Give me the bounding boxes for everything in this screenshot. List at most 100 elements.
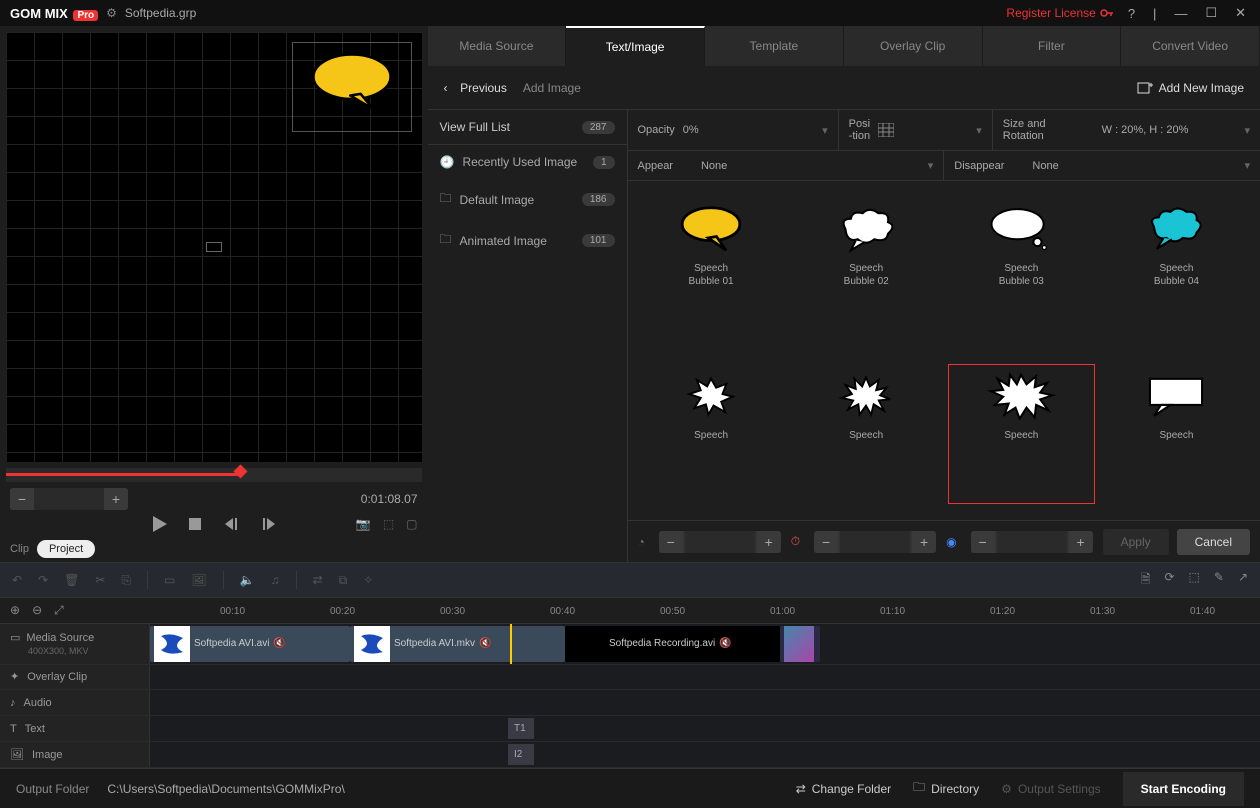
start-time-icon: ◔ bbox=[638, 535, 645, 549]
end-time-stepper[interactable]: −+ bbox=[971, 531, 1093, 553]
tab-text-image[interactable]: Text/Image bbox=[566, 26, 705, 66]
fit-icon[interactable]: ⬚ bbox=[1189, 570, 1200, 591]
track-overlay[interactable]: ✦ Overlay Clip bbox=[0, 665, 150, 690]
key-icon bbox=[1100, 8, 1114, 18]
add-image-icon bbox=[1137, 81, 1153, 95]
chevron-down-icon: ▾ bbox=[976, 124, 982, 137]
stop-button[interactable] bbox=[187, 516, 203, 532]
category-recent[interactable]: 🕘 Recently Used Image 1 bbox=[428, 145, 627, 179]
apply-button[interactable]: Apply bbox=[1103, 529, 1169, 555]
chevron-down-icon: ▾ bbox=[928, 159, 934, 172]
thumb-speech-01[interactable]: Speech Bubble 01 bbox=[638, 197, 785, 350]
thumb-speech-05[interactable]: Speech bbox=[638, 364, 785, 504]
text-clip[interactable]: T1 bbox=[508, 718, 534, 739]
close-button[interactable]: ✕ bbox=[1231, 5, 1250, 21]
category-default[interactable]: 🗀 Default Image 186 bbox=[428, 179, 627, 220]
duration-icon: ⏱ bbox=[791, 534, 800, 549]
video-icon[interactable]: ▭ bbox=[164, 573, 175, 587]
video-preview[interactable] bbox=[6, 32, 422, 462]
disappear-control[interactable]: DisappearNone▾ bbox=[944, 151, 1260, 180]
frame-back-button[interactable] bbox=[221, 516, 241, 532]
output-folder-label: Output Folder bbox=[16, 782, 89, 796]
settings-gear-icon[interactable]: ⚙ bbox=[106, 6, 117, 20]
crop-icon[interactable]: ⬚ bbox=[383, 517, 394, 531]
zoom-out-button[interactable]: − bbox=[10, 488, 34, 510]
frame-forward-button[interactable] bbox=[259, 516, 279, 532]
tab-media-source[interactable]: Media Source bbox=[428, 26, 567, 66]
redo-icon[interactable]: ↷ bbox=[38, 573, 48, 587]
project-toggle[interactable]: Project bbox=[37, 540, 95, 558]
tab-convert-video[interactable]: Convert Video bbox=[1121, 26, 1260, 66]
add-image-link[interactable]: Add Image bbox=[523, 81, 581, 95]
register-license-link[interactable]: Register License bbox=[1006, 6, 1113, 20]
audio-edit-icon[interactable]: ♫ bbox=[271, 573, 280, 587]
track-text[interactable]: T Text bbox=[0, 716, 150, 741]
track-media-source[interactable]: ▭ Media Source 400X300, MKV bbox=[0, 624, 150, 664]
thumb-speech-03[interactable]: Speech Bubble 03 bbox=[948, 197, 1095, 350]
snapshot-icon[interactable]: 📷 bbox=[356, 517, 371, 531]
end-time-icon: ◉ bbox=[946, 535, 956, 549]
appear-control[interactable]: AppearNone▾ bbox=[628, 151, 945, 180]
mute-icon: 🔇 bbox=[273, 638, 285, 649]
edit-icon[interactable]: ✎ bbox=[1214, 570, 1224, 591]
playhead[interactable] bbox=[510, 624, 512, 664]
minimize-button[interactable]: — bbox=[1170, 6, 1191, 21]
zoom-out-icon[interactable]: ⊖ bbox=[32, 603, 42, 617]
thumb-speech-02[interactable]: Speech Bubble 02 bbox=[793, 197, 940, 350]
titlebar: GOM MIX Pro ⚙ Softpedia.grp Register Lic… bbox=[0, 0, 1260, 26]
play-button[interactable] bbox=[149, 514, 169, 534]
export-icon[interactable]: 🗎 bbox=[1141, 570, 1151, 591]
clip-3[interactable]: Softpedia Recording.avi🔇 bbox=[565, 626, 780, 662]
track-image[interactable]: 🖼 Image bbox=[0, 742, 150, 767]
thumb-speech-07[interactable]: Speech bbox=[948, 364, 1095, 504]
cancel-button[interactable]: Cancel bbox=[1177, 529, 1250, 555]
thumb-speech-08[interactable]: Speech bbox=[1103, 364, 1250, 504]
preview-bubble-bounds[interactable] bbox=[292, 42, 412, 132]
split-icon[interactable]: ⎘ bbox=[121, 573, 131, 588]
time-ruler[interactable]: 00:10 00:20 00:30 00:40 00:50 01:00 01:1… bbox=[150, 598, 1260, 623]
image-icon[interactable]: 🖼 bbox=[191, 573, 206, 587]
folder-icon: 🗀 bbox=[440, 189, 452, 210]
start-encoding-button[interactable]: Start Encoding bbox=[1123, 772, 1244, 806]
delete-icon[interactable]: 🗑 bbox=[64, 573, 79, 587]
clip-4[interactable] bbox=[780, 626, 820, 662]
zoom-in-icon[interactable]: ⊕ bbox=[10, 603, 20, 617]
image-clip[interactable]: I2 bbox=[508, 744, 534, 765]
previous-button[interactable]: ‹ Previous bbox=[444, 81, 507, 95]
tab-filter[interactable]: Filter bbox=[983, 26, 1122, 66]
share-icon[interactable]: ↗ bbox=[1238, 570, 1248, 591]
output-settings-button[interactable]: ⚙ Output Settings bbox=[1001, 782, 1100, 796]
volume-icon[interactable]: 🔈 bbox=[240, 573, 255, 587]
cut-icon[interactable]: ✂ bbox=[95, 573, 105, 587]
track-audio[interactable]: ♪ Audio bbox=[0, 690, 150, 715]
fit-timeline-icon[interactable]: ⤢ bbox=[54, 603, 64, 618]
transition-icon[interactable]: ⇄ bbox=[313, 573, 323, 587]
size-rotation-control[interactable]: Size and Rotation W : 20%, H : 20%▾ bbox=[993, 110, 1260, 150]
position-control[interactable]: Posi -tion ▾ bbox=[839, 110, 993, 150]
help-icon[interactable]: ? bbox=[1124, 6, 1139, 21]
tab-overlay-clip[interactable]: Overlay Clip bbox=[844, 26, 983, 66]
refresh-icon[interactable]: ⟳ bbox=[1164, 570, 1174, 591]
duration-stepper[interactable]: −+ bbox=[814, 531, 936, 553]
effect-icon[interactable]: ✧ bbox=[363, 573, 373, 587]
tab-template[interactable]: Template bbox=[705, 26, 844, 66]
undo-icon[interactable]: ↶ bbox=[12, 573, 22, 587]
start-time-stepper[interactable]: −+ bbox=[659, 531, 781, 553]
category-animated[interactable]: 🗀 Animated Image 101 bbox=[428, 220, 627, 261]
aspect-icon[interactable]: ▢ bbox=[406, 517, 417, 531]
thumb-speech-06[interactable]: Speech bbox=[793, 364, 940, 504]
change-folder-button[interactable]: ⇄ Change Folder bbox=[796, 782, 891, 796]
clip-1[interactable]: Softpedia AVI.avi🔇 bbox=[150, 626, 350, 662]
chevron-down-icon: ▾ bbox=[822, 124, 828, 137]
zoom-stepper[interactable]: − + bbox=[10, 488, 128, 510]
thumb-speech-04[interactable]: Speech Bubble 04 bbox=[1103, 197, 1250, 350]
add-new-image-button[interactable]: Add New Image bbox=[1137, 81, 1244, 95]
seek-bar[interactable] bbox=[6, 468, 422, 482]
opacity-control[interactable]: Opacity0%▾ bbox=[628, 110, 839, 150]
clip-2[interactable]: Softpedia AVI.mkv🔇 bbox=[350, 626, 565, 662]
maximize-button[interactable]: ☐ bbox=[1201, 5, 1221, 21]
copy-icon[interactable]: ⧉ bbox=[339, 573, 348, 588]
zoom-in-button[interactable]: + bbox=[104, 488, 128, 510]
view-full-list[interactable]: View Full List 287 bbox=[428, 110, 627, 145]
directory-button[interactable]: 🗀 Directory bbox=[913, 778, 979, 799]
